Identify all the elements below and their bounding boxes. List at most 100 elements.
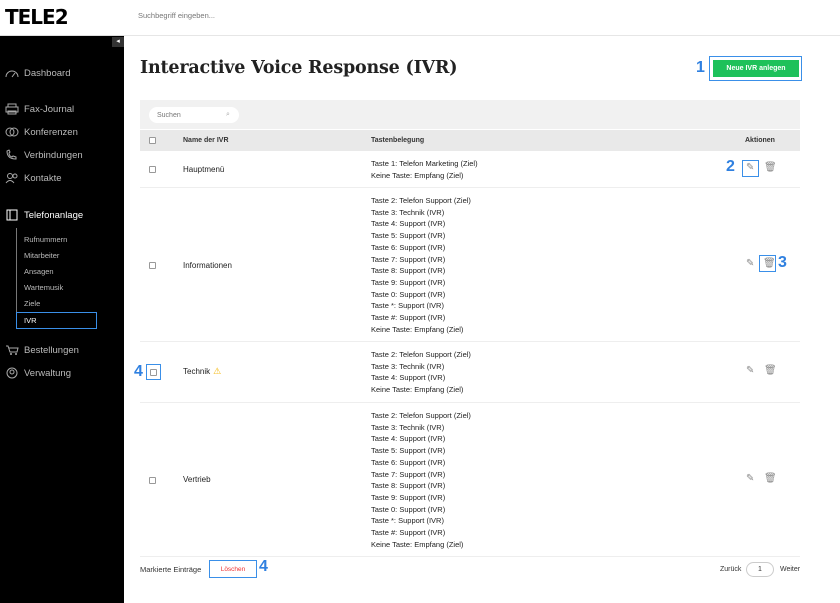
sidebar-subitem-mitarbeiter[interactable]: Mitarbeiter — [24, 251, 59, 260]
edit-pencil-icon[interactable]: ✎ — [746, 258, 754, 269]
key-line: Taste 6: Support (IVR) — [371, 457, 446, 467]
key-line: Keine Taste: Empfang (Ziel) — [371, 324, 464, 334]
key-line: Taste 0: Support (IVR) — [371, 504, 446, 514]
key-line: Taste 5: Support (IVR) — [371, 231, 446, 241]
sidebar-item-telefonanlage[interactable]: Telefonanlage — [5, 208, 83, 222]
key-line: Taste 4: Support (IVR) — [371, 373, 446, 383]
key-line: Taste 8: Support (IVR) — [371, 481, 446, 491]
annotation-number-2: 2 — [726, 158, 735, 175]
key-line: Taste 4: Support (IVR) — [371, 434, 446, 444]
sidebar-item-label: Verwaltung — [24, 367, 72, 379]
row-checkbox[interactable] — [149, 166, 156, 173]
search-icon[interactable]: ⌕ — [226, 111, 230, 119]
sidebar-item-label: Fax-Journal — [24, 103, 75, 115]
ivr-name: Hauptmenü — [183, 165, 225, 174]
key-line: Taste #: Support (IVR) — [371, 313, 446, 323]
column-header-actions: Aktionen — [745, 137, 775, 144]
sidebar: TELE2 ◂ Dashboard Fax-Journal Konferenze… — [0, 0, 124, 603]
key-line: Taste 0: Support (IVR) — [371, 289, 446, 299]
key-line: Keine Taste: Empfang (Ziel) — [371, 170, 464, 180]
edit-pencil-icon[interactable]: ✎ — [746, 162, 754, 173]
column-header-keys: Tastenbelegung — [371, 137, 425, 144]
key-line: Taste 5: Support (IVR) — [371, 446, 446, 456]
topbar: Suchbegriff eingeben... — [124, 0, 840, 36]
pagination-next-link[interactable]: Weiter — [780, 566, 800, 573]
trash-icon[interactable]: 🗑 — [764, 473, 777, 484]
warning-icon: ⚠ — [213, 366, 222, 376]
key-line: Taste 2: Telefon Support (Ziel) — [371, 350, 471, 359]
key-line: Taste 2: Telefon Support (Ziel) — [371, 411, 471, 420]
marked-entries-label: Markierte Einträge — [140, 565, 202, 574]
sidebar-subitem-wartemusik[interactable]: Wartemusik — [24, 283, 63, 292]
row-divider — [140, 187, 800, 188]
ivr-highlight-box — [16, 312, 97, 329]
sidebar-item-verbindungen[interactable]: Verbindungen — [5, 148, 83, 162]
edit-pencil-icon[interactable]: ✎ — [746, 473, 754, 484]
key-line: Keine Taste: Empfang (Ziel) — [371, 385, 464, 395]
trash-icon[interactable]: 🗑 — [764, 365, 777, 376]
key-line: Taste 9: Support (IVR) — [371, 492, 446, 502]
sidebar-item-fax-journal[interactable]: Fax-Journal — [5, 102, 74, 116]
row-divider — [140, 341, 800, 342]
sidebar-item-konferenzen[interactable]: Konferenzen — [5, 125, 78, 139]
sidebar-item-label: Dashboard — [24, 67, 71, 79]
row-divider — [140, 402, 800, 403]
annotation-number-3: 3 — [778, 254, 787, 271]
select-all-checkbox[interactable] — [149, 137, 156, 144]
trash-icon[interactable]: 🗑 — [763, 258, 776, 269]
annotation-number-4: 4 — [259, 558, 268, 575]
sidebar-subitem-rufnummern[interactable]: Rufnummern — [24, 235, 67, 244]
key-line: Taste 8: Support (IVR) — [371, 266, 446, 276]
row-checkbox[interactable] — [150, 369, 157, 376]
tele2-logo[interactable]: TELE2 — [5, 5, 69, 29]
collapse-sidebar-button[interactable]: ◂ — [112, 37, 124, 47]
sidebar-item-label: Konferenzen — [24, 126, 78, 138]
key-line: Taste #: Support (IVR) — [371, 528, 446, 538]
sidebar-subitem-ansagen[interactable]: Ansagen — [24, 267, 54, 276]
global-search-input[interactable]: Suchbegriff eingeben... — [138, 11, 215, 20]
sidebar-item-dashboard[interactable]: Dashboard — [5, 66, 70, 80]
key-assignment: Taste 2: Telefon Support (Ziel) Taste 3:… — [371, 195, 471, 335]
row-checkbox[interactable] — [149, 262, 156, 269]
sidebar-item-label: Verbindungen — [24, 149, 83, 161]
key-assignment: Taste 2: Telefon Support (Ziel) Taste 3:… — [371, 410, 471, 550]
admin-icon — [6, 367, 18, 379]
edit-pencil-icon[interactable]: ✎ — [746, 365, 754, 376]
key-assignment: Taste 2: Telefon Support (Ziel) Taste 3:… — [371, 349, 471, 396]
key-line: Taste 3: Technik (IVR) — [371, 207, 445, 217]
table-header — [140, 130, 800, 151]
pagination-page-number[interactable]: 1 — [746, 562, 774, 577]
pagination-back-link[interactable]: Zurück — [720, 566, 741, 573]
sidebar-subitem-ziele[interactable]: Ziele — [24, 299, 40, 308]
key-line: Taste 9: Support (IVR) — [371, 277, 446, 287]
key-line: Taste 4: Support (IVR) — [371, 219, 446, 229]
sidebar-item-bestellungen[interactable]: Bestellungen — [5, 343, 79, 357]
annotation-number-4: 4 — [134, 363, 143, 380]
ivr-name: Informationen — [183, 261, 232, 270]
key-line: Keine Taste: Empfang (Ziel) — [371, 539, 464, 549]
table-search-bar — [140, 100, 800, 129]
key-assignment: Taste 1: Telefon Marketing (Ziel) Keine … — [371, 158, 478, 181]
key-line: Taste 3: Technik (IVR) — [371, 422, 445, 432]
key-line: Taste 1: Telefon Marketing (Ziel) — [371, 159, 478, 168]
key-line: Taste 3: Technik (IVR) — [371, 361, 445, 371]
key-line: Taste 7: Support (IVR) — [371, 469, 446, 479]
sidebar-item-kontakte[interactable]: Kontakte — [5, 171, 62, 185]
ivr-name: Vertrieb — [183, 475, 211, 484]
key-line: Taste 6: Support (IVR) — [371, 242, 446, 252]
key-line: Taste *: Support (IVR) — [371, 516, 444, 526]
row-checkbox[interactable] — [149, 477, 156, 484]
key-line: Taste 2: Telefon Support (Ziel) — [371, 196, 471, 205]
key-line: Taste *: Support (IVR) — [371, 301, 444, 311]
trash-icon[interactable]: 🗑 — [764, 162, 777, 173]
sidebar-item-label: Telefonanlage — [24, 209, 84, 221]
pbx-icon — [6, 209, 18, 221]
delete-selected-button[interactable]: Löschen — [209, 560, 257, 578]
key-line: Taste 7: Support (IVR) — [371, 254, 446, 264]
contacts-icon — [5, 173, 18, 184]
new-ivr-button[interactable]: Neue IVR anlegen — [713, 60, 799, 77]
sidebar-item-verwaltung[interactable]: Verwaltung — [5, 366, 71, 380]
sidebar-item-label: Kontakte — [24, 172, 62, 184]
conference-icon — [5, 127, 19, 137]
page-title: Interactive Voice Response (IVR) — [140, 58, 458, 78]
